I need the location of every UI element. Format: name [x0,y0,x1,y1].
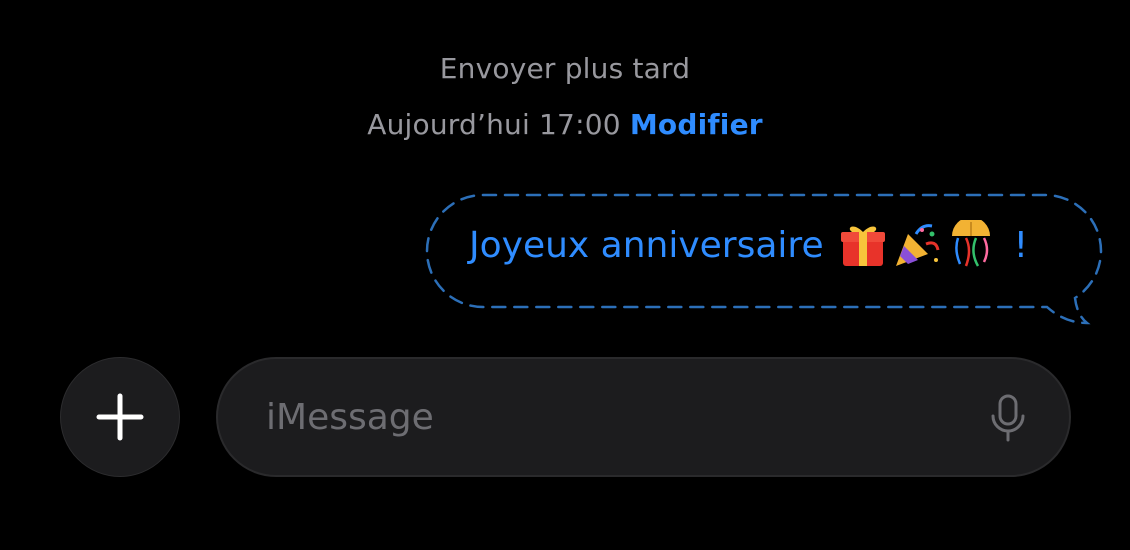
party-popper-icon [892,220,942,270]
input-placeholder: iMessage [266,397,434,438]
send-later-title: Envoyer plus tard [439,52,691,85]
modify-link[interactable]: Modifier [630,108,763,141]
plus-icon [96,393,144,441]
schedule-info: Aujourd’hui 17:00 Modifier [0,108,1130,141]
scheduled-time: Aujourd’hui 17:00 [367,108,621,141]
gift-icon [838,220,888,270]
scheduled-message-bubble[interactable]: Joyeux anniversaire ! [425,193,1109,325]
message-content: Joyeux anniversaire ! [469,220,1028,270]
imessage-input[interactable]: iMessage [216,357,1071,477]
message-text: Joyeux anniversaire [469,224,824,266]
microphone-icon[interactable] [988,394,1028,444]
confetti-ball-icon [946,220,996,270]
message-punctuation: ! [1013,224,1029,266]
add-button[interactable] [60,357,180,477]
